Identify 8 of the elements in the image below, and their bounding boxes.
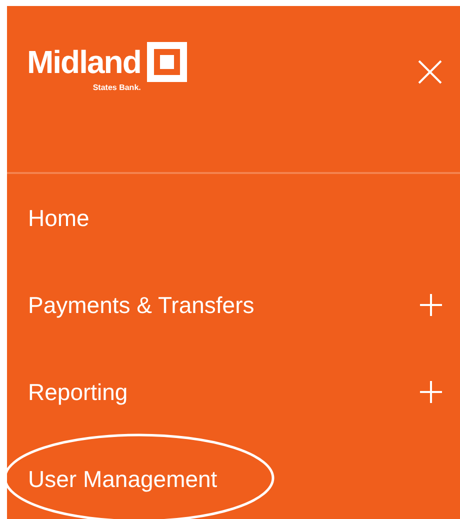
plus-icon[interactable]: [420, 294, 442, 316]
menu-item[interactable]: Reporting: [28, 378, 128, 406]
logo-wordmark: Midland: [27, 44, 141, 80]
menu-item[interactable]: Payments & Transfers: [28, 290, 254, 318]
close-icon[interactable]: [418, 60, 442, 84]
plus-icon[interactable]: [420, 380, 442, 402]
menu-item[interactable]: Home: [28, 204, 90, 232]
logo-subtitle: States Bank.: [92, 83, 141, 92]
